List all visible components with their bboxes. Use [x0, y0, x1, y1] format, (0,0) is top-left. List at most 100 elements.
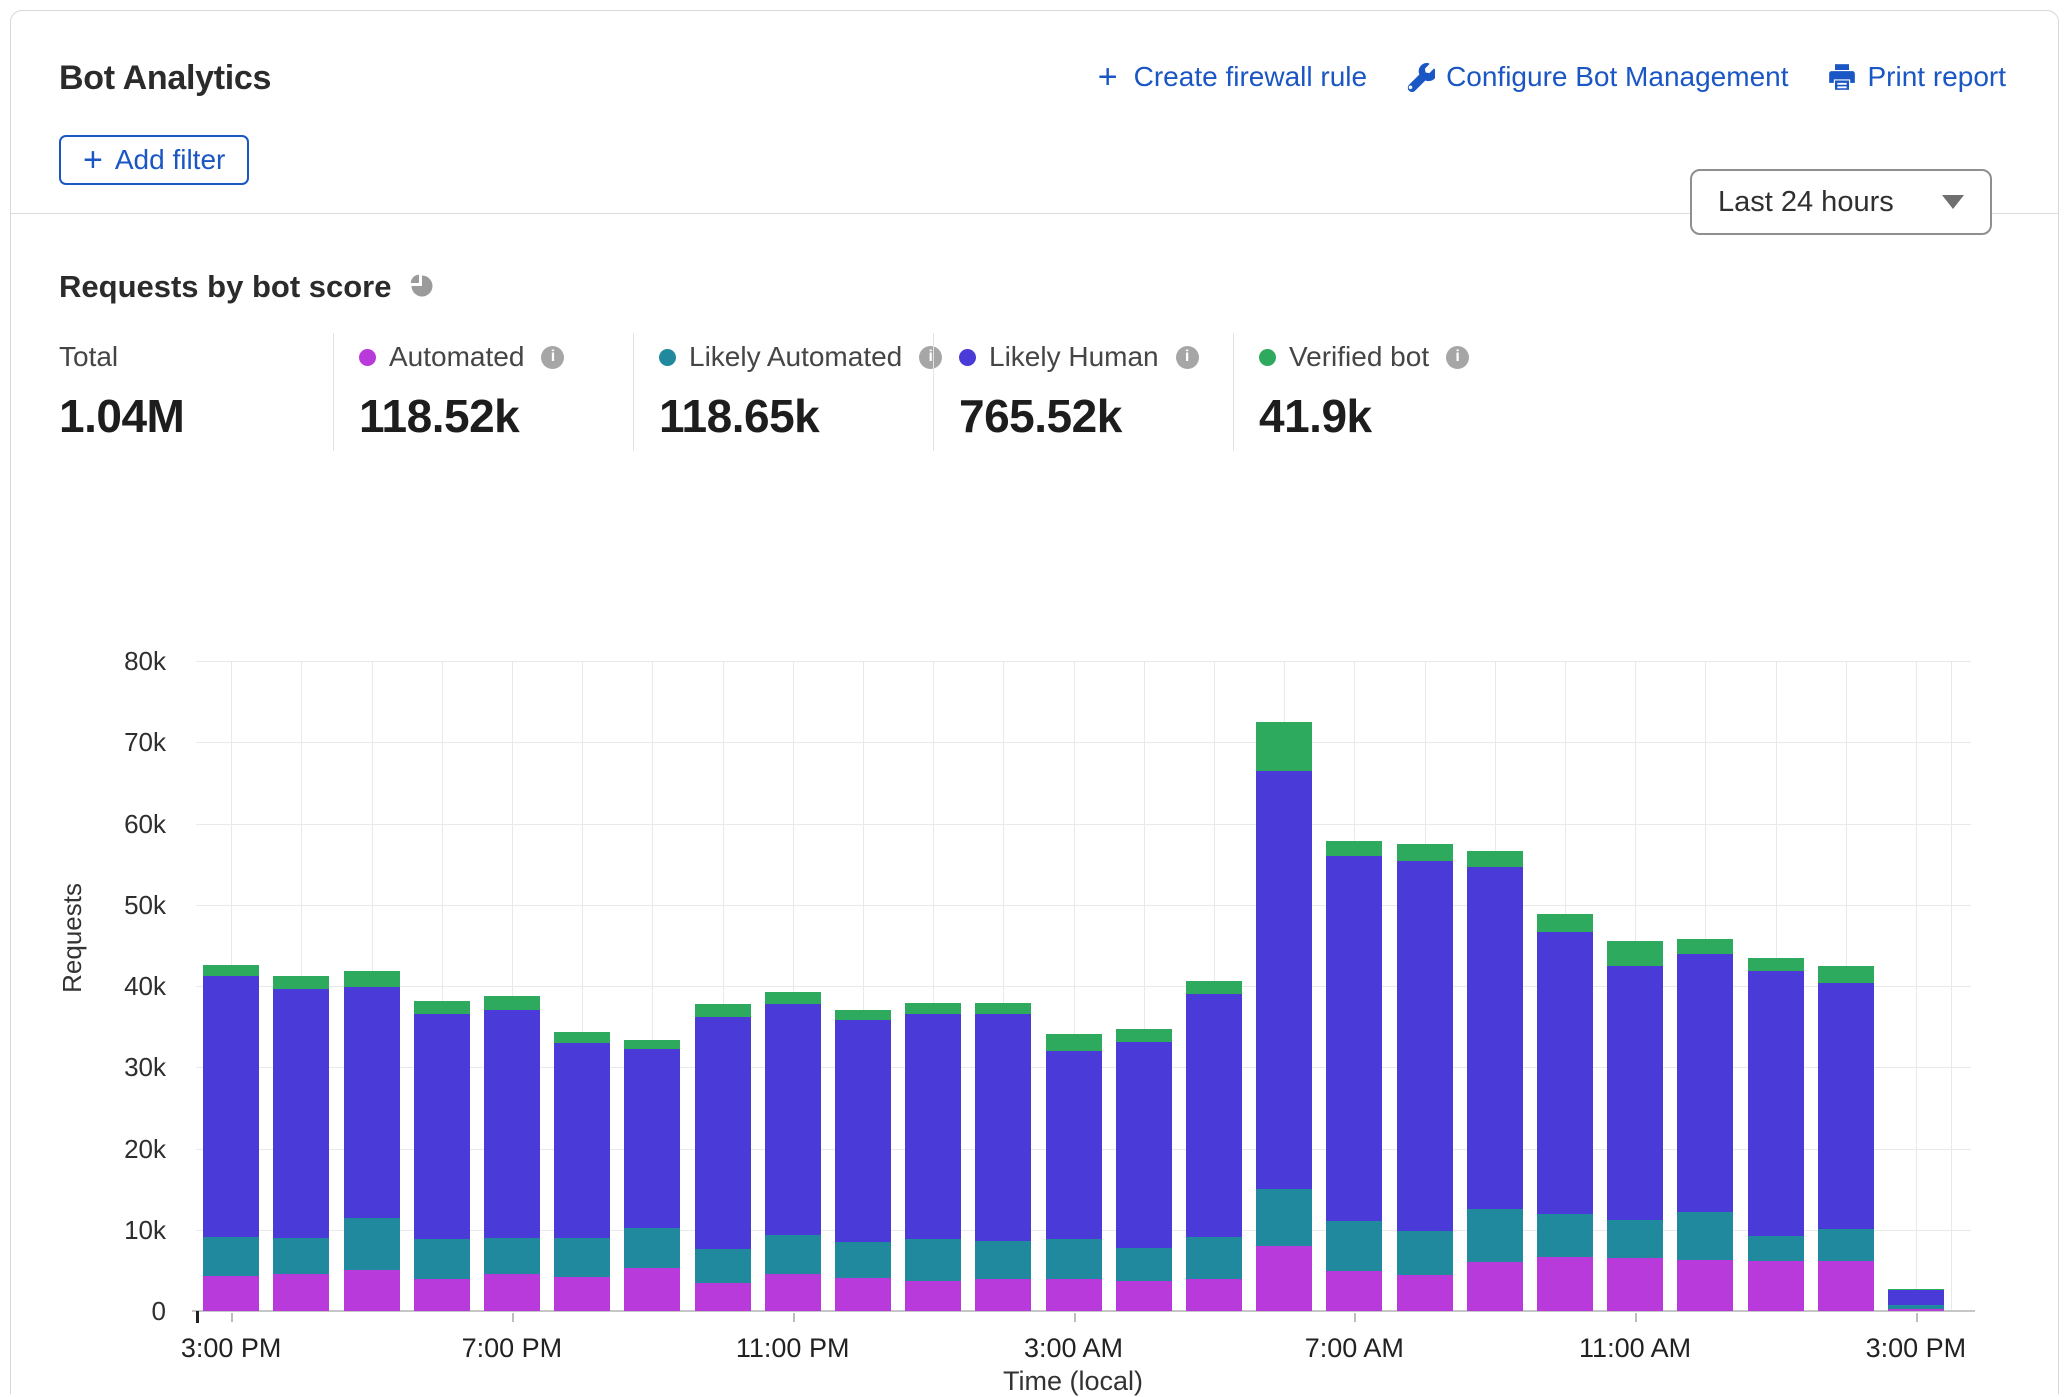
bar-segment-verified-bot[interactable] [1186, 981, 1242, 994]
bar-segment-verified-bot[interactable] [484, 996, 540, 1010]
bar-11-00-pm[interactable] [765, 992, 821, 1311]
bar-segment-verified-bot[interactable] [1256, 722, 1312, 771]
bar-segment-verified-bot[interactable] [1326, 841, 1382, 856]
bar-segment-verified-bot[interactable] [554, 1032, 610, 1043]
action-create-firewall-rule[interactable]: +Create firewall rule [1093, 61, 1367, 93]
bar-segment-verified-bot[interactable] [1748, 958, 1804, 971]
bar-segment-likely-automated[interactable] [624, 1228, 680, 1268]
bar-segment-automated[interactable] [344, 1270, 400, 1311]
bar-4-00-pm[interactable] [273, 976, 329, 1311]
bar-segment-likely-automated[interactable] [835, 1242, 891, 1278]
info-icon[interactable]: i [541, 346, 564, 369]
bar-segment-verified-bot[interactable] [835, 1010, 891, 1021]
info-icon[interactable]: i [919, 346, 942, 369]
bar-3-00-pm[interactable] [1888, 1289, 1944, 1311]
bar-segment-automated[interactable] [1326, 1271, 1382, 1311]
bar-segment-likely-automated[interactable] [695, 1249, 751, 1283]
bar-segment-likely-human[interactable] [484, 1010, 540, 1238]
bar-segment-likely-human[interactable] [624, 1049, 680, 1229]
bar-segment-likely-automated[interactable] [975, 1241, 1031, 1279]
bar-segment-automated[interactable] [905, 1281, 961, 1311]
bar-segment-verified-bot[interactable] [1818, 966, 1874, 982]
bar-segment-likely-human[interactable] [975, 1014, 1031, 1241]
bar-segment-likely-automated[interactable] [414, 1239, 470, 1279]
bar-segment-likely-automated[interactable] [554, 1238, 610, 1277]
bar-10-00-pm[interactable] [695, 1004, 751, 1311]
action-print-report[interactable]: Print report [1827, 61, 2007, 93]
bar-segment-automated[interactable] [554, 1277, 610, 1311]
bar-12-00-am[interactable] [835, 1010, 891, 1311]
bar-6-00-am[interactable] [1256, 722, 1312, 1311]
bar-segment-likely-human[interactable] [414, 1014, 470, 1239]
bar-segment-likely-automated[interactable] [484, 1238, 540, 1275]
bar-segment-likely-automated[interactable] [1467, 1209, 1523, 1262]
bar-segment-likely-human[interactable] [1818, 983, 1874, 1229]
bar-12-00-pm[interactable] [1677, 939, 1733, 1311]
bar-segment-verified-bot[interactable] [905, 1003, 961, 1014]
bar-5-00-pm[interactable] [344, 971, 400, 1311]
bar-7-00-am[interactable] [1326, 841, 1382, 1311]
bar-1-00-am[interactable] [905, 1003, 961, 1311]
bar-segment-likely-automated[interactable] [1326, 1221, 1382, 1271]
bar-segment-automated[interactable] [1818, 1261, 1874, 1311]
bar-segment-automated[interactable] [1256, 1246, 1312, 1311]
bar-3-00-pm[interactable] [203, 965, 259, 1311]
bar-segment-likely-human[interactable] [554, 1043, 610, 1238]
bar-segment-likely-automated[interactable] [905, 1239, 961, 1281]
bar-segment-likely-human[interactable] [765, 1004, 821, 1236]
bar-segment-automated[interactable] [1537, 1257, 1593, 1311]
bar-segment-likely-human[interactable] [1467, 867, 1523, 1209]
bar-segment-automated[interactable] [1888, 1309, 1944, 1311]
bar-segment-automated[interactable] [484, 1274, 540, 1311]
bar-segment-automated[interactable] [1748, 1261, 1804, 1311]
bar-segment-likely-human[interactable] [1397, 861, 1453, 1231]
info-icon[interactable]: i [1446, 346, 1469, 369]
bar-segment-likely-automated[interactable] [1116, 1248, 1172, 1281]
bar-segment-verified-bot[interactable] [273, 976, 329, 989]
bar-segment-likely-automated[interactable] [344, 1218, 400, 1271]
bar-segment-verified-bot[interactable] [765, 992, 821, 1003]
bar-2-00-am[interactable] [975, 1003, 1031, 1311]
bar-4-00-am[interactable] [1116, 1029, 1172, 1311]
bar-segment-verified-bot[interactable] [695, 1004, 751, 1017]
bar-segment-verified-bot[interactable] [344, 971, 400, 987]
bar-segment-likely-automated[interactable] [1046, 1239, 1102, 1280]
info-icon[interactable]: i [1176, 346, 1199, 369]
bar-segment-likely-human[interactable] [905, 1014, 961, 1239]
bar-segment-verified-bot[interactable] [1397, 844, 1453, 861]
bar-6-00-pm[interactable] [414, 1001, 470, 1311]
bar-segment-likely-human[interactable] [1537, 932, 1593, 1215]
bar-segment-likely-automated[interactable] [1256, 1189, 1312, 1246]
bar-segment-likely-human[interactable] [1046, 1051, 1102, 1239]
action-configure-bot-management[interactable]: Configure Bot Management [1405, 61, 1788, 93]
bar-segment-likely-human[interactable] [835, 1020, 891, 1242]
bar-segment-likely-human[interactable] [1607, 966, 1663, 1220]
bar-segment-automated[interactable] [695, 1283, 751, 1311]
bar-segment-automated[interactable] [1677, 1260, 1733, 1311]
bar-7-00-pm[interactable] [484, 996, 540, 1311]
bar-segment-automated[interactable] [835, 1278, 891, 1311]
bar-segment-likely-automated[interactable] [1818, 1229, 1874, 1262]
bar-segment-automated[interactable] [975, 1279, 1031, 1311]
bar-segment-likely-automated[interactable] [1397, 1231, 1453, 1276]
bar-segment-likely-automated[interactable] [1607, 1220, 1663, 1258]
bar-segment-verified-bot[interactable] [414, 1001, 470, 1014]
bar-segment-likely-automated[interactable] [1186, 1237, 1242, 1279]
bar-segment-automated[interactable] [624, 1268, 680, 1311]
bar-segment-automated[interactable] [1116, 1281, 1172, 1311]
time-range-select[interactable]: Last 24 hours [1690, 169, 1992, 235]
bar-segment-likely-human[interactable] [1748, 971, 1804, 1237]
bar-segment-automated[interactable] [1467, 1262, 1523, 1311]
bar-9-00-am[interactable] [1467, 851, 1523, 1311]
bar-segment-verified-bot[interactable] [1046, 1034, 1102, 1051]
bar-5-00-am[interactable] [1186, 981, 1242, 1311]
bar-segment-automated[interactable] [1046, 1279, 1102, 1311]
bar-segment-verified-bot[interactable] [1677, 939, 1733, 954]
bar-segment-likely-human[interactable] [695, 1017, 751, 1249]
bar-segment-likely-automated[interactable] [765, 1235, 821, 1274]
bar-segment-likely-automated[interactable] [1748, 1236, 1804, 1261]
bar-8-00-am[interactable] [1397, 844, 1453, 1311]
bar-segment-likely-automated[interactable] [1537, 1214, 1593, 1257]
bar-segment-likely-human[interactable] [203, 976, 259, 1237]
bar-segment-likely-human[interactable] [1256, 771, 1312, 1189]
